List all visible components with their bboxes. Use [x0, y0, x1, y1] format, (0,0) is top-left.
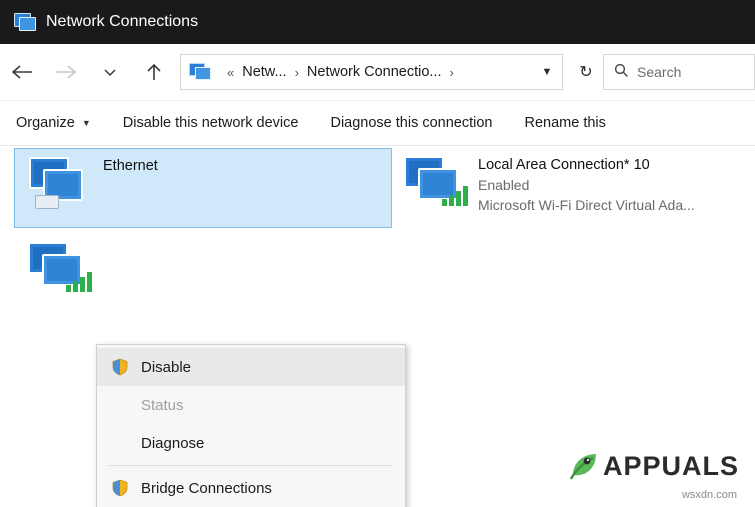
context-menu-item-disable[interactable]: Disable	[97, 348, 405, 386]
connection-status: Enabled	[478, 175, 695, 195]
connection-item-hidden[interactable]	[14, 234, 94, 314]
diagnose-connection-button[interactable]: Diagnose this connection	[314, 101, 508, 145]
breadcrumb-item-1[interactable]: Network Connectio...	[305, 64, 444, 80]
rename-connection-button[interactable]: Rename this	[509, 101, 622, 145]
window-title: Network Connections	[46, 13, 198, 31]
breadcrumb-separator-1: ›	[444, 65, 460, 80]
context-menu-label: Diagnose	[141, 435, 204, 452]
context-menu-item-bridge-connections[interactable]: Bridge Connections	[97, 469, 405, 507]
uac-shield-icon	[111, 479, 129, 497]
back-arrow-icon[interactable]	[0, 44, 44, 100]
refresh-icon[interactable]: ↻	[569, 62, 603, 82]
connection-name: Ethernet	[103, 157, 158, 176]
breadcrumb-item-0[interactable]: Netw...	[240, 64, 288, 80]
chevron-down-icon[interactable]	[88, 44, 132, 100]
context-menu-item-status[interactable]: Status	[97, 386, 405, 424]
organize-label: Organize	[16, 115, 75, 131]
context-menu[interactable]: Disable Status Diagnose Bridge Connectio…	[96, 344, 406, 507]
connection-name: Local Area Connection* 10	[478, 156, 695, 175]
up-arrow-icon[interactable]	[132, 44, 176, 100]
connection-text-ethernet: Ethernet	[103, 149, 158, 176]
breadcrumb-separator-0: ›	[289, 65, 305, 80]
search-input[interactable]: Search	[637, 64, 681, 80]
context-menu-label: Bridge Connections	[141, 480, 272, 497]
network-adapter-icon	[402, 154, 470, 212]
chevron-down-icon: ▼	[82, 118, 91, 128]
no-icon	[111, 434, 129, 452]
connection-item-local-area-connection-10[interactable]: Local Area Connection* 10 Enabled Micros…	[390, 148, 750, 234]
search-icon	[614, 63, 629, 81]
connection-item-ethernet[interactable]: Ethernet	[14, 148, 392, 228]
organize-button[interactable]: Organize ▼	[0, 101, 107, 145]
context-menu-label: Disable	[141, 359, 191, 376]
network-adapter-icon	[26, 240, 94, 298]
network-connections-window: Network Connections « Netw... › Network …	[0, 0, 755, 507]
breadcrumb-leading-separator: «	[221, 65, 240, 80]
address-dropdown-icon[interactable]: ▼	[532, 66, 562, 78]
context-menu-separator	[109, 465, 393, 466]
title-bar: Network Connections	[0, 0, 755, 44]
context-menu-label: Status	[141, 397, 184, 414]
disable-network-device-button[interactable]: Disable this network device	[107, 101, 315, 145]
signal-bars-icon	[442, 184, 470, 206]
watermark-text: APPUALS	[603, 451, 739, 482]
network-adapter-icon	[27, 155, 95, 213]
appuals-leaf-logo	[567, 449, 601, 483]
address-bar[interactable]: « Netw... › Network Connectio... › ▼	[180, 54, 563, 90]
no-icon	[111, 396, 129, 414]
network-connections-icon	[14, 12, 36, 32]
watermark-subtext: wsxdn.com	[682, 489, 737, 501]
watermark: APPUALS	[567, 449, 739, 483]
connection-adapter: Microsoft Wi-Fi Direct Virtual Ada...	[478, 195, 695, 215]
connections-list: Ethernet Local Area Connection* 10 Enabl…	[0, 146, 755, 507]
context-menu-item-diagnose[interactable]: Diagnose	[97, 424, 405, 462]
uac-shield-icon	[111, 358, 129, 376]
command-bar: Organize ▼ Disable this network device D…	[0, 101, 755, 146]
search-box[interactable]: Search	[603, 54, 755, 90]
connection-text-local-area-connection-10: Local Area Connection* 10 Enabled Micros…	[478, 148, 695, 215]
address-network-icon	[189, 61, 215, 83]
navigation-bar: « Netw... › Network Connectio... › ▼ ↻ S…	[0, 44, 755, 101]
signal-bars-icon	[66, 270, 94, 292]
forward-arrow-icon[interactable]	[44, 44, 88, 100]
